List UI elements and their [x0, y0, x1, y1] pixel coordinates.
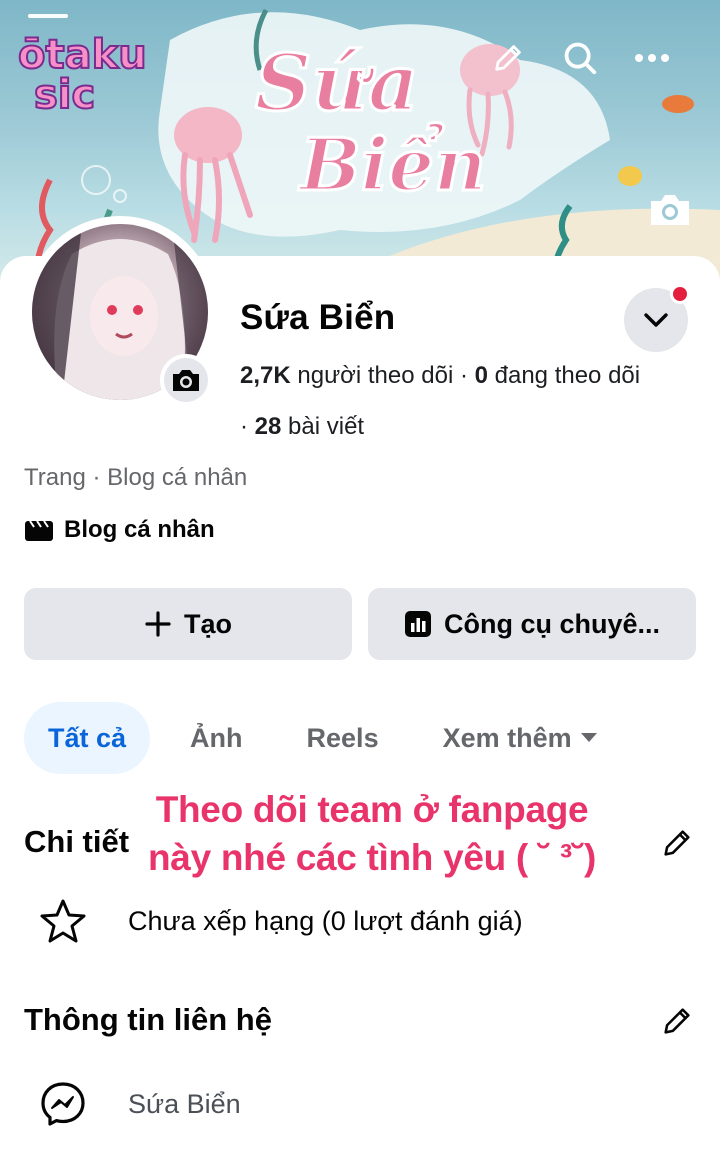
logo-line2: sic	[34, 72, 95, 118]
page-category: Trang · Blog cá nhân	[24, 464, 248, 491]
blog-category-row: Blog cá nhân	[24, 516, 215, 544]
follow-stats: 2,7K người theo dõi · 0 đang theo dõi	[240, 362, 640, 390]
create-button[interactable]: Tạo	[24, 588, 352, 660]
promo-line-1: Theo dõi team ở fanpage	[155, 789, 589, 830]
bar-chart-icon	[404, 611, 431, 637]
contact-info-heading: Thông tin liên hệ	[24, 1002, 272, 1037]
rating-row: Chưa xếp hạng (0 lượt đánh giá)	[24, 898, 523, 944]
post-stats: · 28 bài viết	[240, 413, 364, 441]
posts-count: 28	[254, 413, 282, 440]
promo-line-2: này nhé các tình yêu ( ˘ ³˘)	[148, 837, 596, 878]
cover-title-line1: Sứa	[255, 38, 419, 129]
page-title: Sứa Biển	[240, 298, 396, 337]
professional-tools-label: Công cụ chuyê...	[443, 608, 661, 639]
caret-down-icon	[580, 732, 598, 744]
edit-contact-pencil-icon[interactable]	[656, 1000, 698, 1042]
edit-avatar-camera-icon[interactable]	[160, 354, 212, 406]
content-tabs: Tất cả Ảnh Reels Xem thêm	[24, 702, 638, 774]
tab-reels[interactable]: Reels	[283, 702, 403, 774]
tab-photos-label: Ảnh	[190, 722, 243, 753]
tab-reels-label: Reels	[306, 722, 379, 753]
messenger-name: Sứa Biển	[128, 1088, 241, 1119]
details-heading: Chi tiết	[24, 824, 130, 859]
cover-title-line2: Biển	[298, 121, 486, 207]
posts-prefix: ·	[240, 413, 255, 440]
menu-icon[interactable]	[28, 14, 68, 24]
plus-icon	[145, 611, 171, 637]
edit-details-pencil-icon[interactable]	[656, 822, 698, 864]
promo-overlay-text: Theo dõi team ở fanpage này nhé các tình…	[132, 786, 612, 882]
search-icon[interactable]	[560, 38, 600, 78]
followers-label[interactable]: người theo dõi ·	[291, 362, 475, 389]
posts-label: bài viết	[281, 413, 365, 440]
more-icon[interactable]	[632, 38, 672, 78]
followers-count[interactable]: 2,7K	[240, 362, 291, 389]
create-button-label: Tạo	[183, 608, 232, 639]
messenger-icon	[24, 1080, 102, 1128]
following-label[interactable]: đang theo dõi	[488, 362, 640, 389]
professional-tools-button[interactable]: Công cụ chuyê...	[368, 588, 696, 660]
tab-see-more[interactable]: Xem thêm	[419, 702, 622, 774]
pencil-icon[interactable]	[488, 38, 528, 78]
messenger-row[interactable]: Sứa Biển	[24, 1080, 241, 1128]
following-count[interactable]: 0	[475, 362, 488, 389]
tab-all[interactable]: Tất cả	[24, 702, 151, 774]
chevron-down-icon	[644, 313, 668, 327]
star-icon	[24, 898, 102, 944]
rating-text: Chưa xếp hạng (0 lượt đánh giá)	[128, 905, 523, 936]
blog-category-label: Blog cá nhân	[64, 516, 215, 543]
notification-dot	[670, 284, 690, 304]
clapperboard-icon	[24, 518, 54, 542]
tab-all-label: Tất cả	[48, 722, 127, 753]
tab-photos[interactable]: Ảnh	[166, 702, 266, 774]
edit-cover-camera-icon[interactable]	[646, 190, 694, 230]
tab-see-more-label: Xem thêm	[442, 722, 572, 753]
